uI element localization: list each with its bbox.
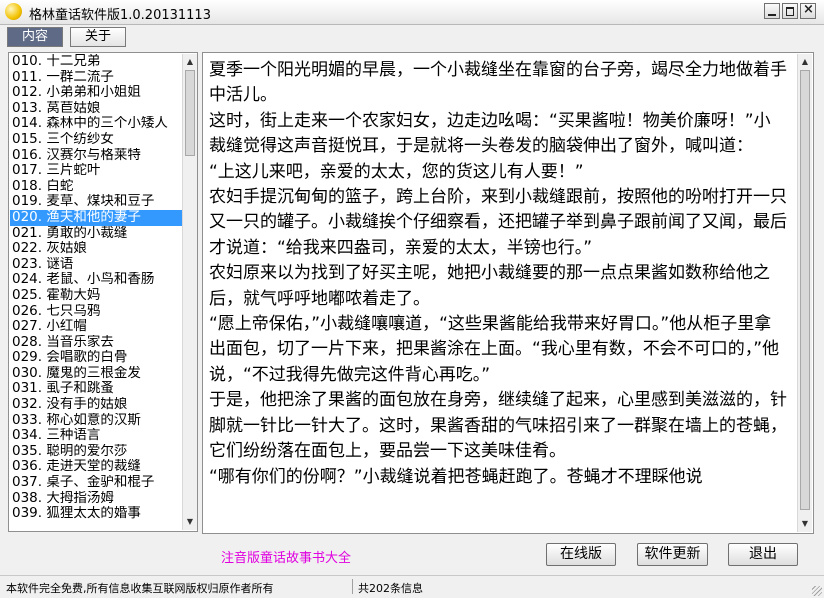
list-item[interactable]: 030. 魔鬼的三根金发 — [10, 366, 184, 382]
tab-about[interactable]: 关于 — [70, 27, 126, 47]
scroll-up-arrow-icon[interactable]: ▲ — [799, 55, 811, 69]
list-item[interactable]: 039. 狐狸太太的婚事 — [10, 506, 184, 522]
status-copyright: 本软件完全免费,所有信息收集互联网版权归原作者所有 — [6, 582, 274, 595]
list-item[interactable]: 035. 聪明的爱尔莎 — [10, 444, 184, 460]
list-item[interactable]: 012. 小弟弟和小姐姐 — [10, 85, 184, 101]
story-list-scrollbar[interactable]: ▲ ▼ — [182, 54, 197, 530]
story-text-panel: 夏季一个阳光明媚的早晨，一个小裁缝坐在靠窗的台子旁，竭尽全力地做着手中活儿。 这… — [202, 52, 814, 534]
list-item[interactable]: 034. 三种语言 — [10, 428, 184, 444]
maximize-button[interactable] — [782, 3, 798, 19]
list-item[interactable]: 025. 霍勒大妈 — [10, 288, 184, 304]
status-count: 共202条信息 — [358, 582, 423, 595]
list-item[interactable]: 011. 一群二流子 — [10, 70, 184, 86]
list-item[interactable]: 032. 没有手的姑娘 — [10, 397, 184, 413]
status-bar: 本软件完全免费,所有信息收集互联网版权归原作者所有 共202条信息 — [0, 575, 824, 598]
story-list-scroll-thumb[interactable] — [185, 70, 195, 156]
list-item[interactable]: 020. 渔夫和他的妻子 — [10, 209, 184, 226]
list-item[interactable]: 037. 桌子、金驴和棍子 — [10, 475, 184, 491]
status-divider — [352, 579, 353, 594]
story-text-scroll-thumb[interactable] — [800, 70, 810, 510]
list-item[interactable]: 015. 三个纺纱女 — [10, 132, 184, 148]
app-icon — [5, 3, 22, 20]
online-version-button[interactable]: 在线版 — [546, 543, 616, 566]
list-item[interactable]: 023. 谜语 — [10, 257, 184, 273]
story-text[interactable]: 夏季一个阳光明媚的早晨，一个小裁缝坐在靠窗的台子旁，竭尽全力地做着手中活儿。 这… — [209, 58, 787, 490]
list-item[interactable]: 013. 莴苣姑娘 — [10, 101, 184, 117]
list-item[interactable]: 038. 大拇指汤姆 — [10, 491, 184, 507]
minimize-button[interactable] — [764, 3, 780, 19]
list-item[interactable]: 017. 三片蛇叶 — [10, 163, 184, 179]
exit-button[interactable]: 退出 — [728, 543, 798, 566]
list-item[interactable]: 014. 森林中的三个小矮人 — [10, 116, 184, 132]
list-item[interactable]: 021. 勇敢的小裁缝 — [10, 226, 184, 242]
list-item[interactable]: 033. 称心如意的汉斯 — [10, 413, 184, 429]
software-update-button[interactable]: 软件更新 — [637, 543, 708, 566]
list-item[interactable]: 010. 十二兄弟 — [10, 54, 184, 70]
list-item[interactable]: 036. 走进天堂的裁缝 — [10, 459, 184, 475]
list-item[interactable]: 016. 汉赛尔与格莱特 — [10, 148, 184, 164]
list-item[interactable]: 027. 小红帽 — [10, 319, 184, 335]
list-item[interactable]: 019. 麦草、煤块和豆子 — [10, 194, 184, 210]
story-list-panel: 010. 十二兄弟 011. 一群二流子 012. 小弟弟和小姐姐 013. 莴苣姑娘… — [8, 52, 198, 532]
list-item[interactable]: 022. 灰姑娘 — [10, 241, 184, 257]
list-item[interactable]: 026. 七只乌鸦 — [10, 304, 184, 320]
footer-title: 注音版童话故事书大全 — [221, 551, 352, 566]
list-item[interactable]: 024. 老鼠、小鸟和香肠 — [10, 272, 184, 288]
resize-grip-icon[interactable] — [812, 586, 822, 596]
story-text-scrollbar[interactable]: ▲ ▼ — [797, 54, 812, 532]
list-item[interactable]: 018. 白蛇 — [10, 179, 184, 195]
scroll-down-arrow-icon[interactable]: ▼ — [184, 515, 196, 529]
close-icon: × — [803, 2, 814, 17]
title-bar[interactable]: 格林童话软件版1.0.20131113 × — [0, 0, 824, 25]
window-title: 格林童话软件版1.0.20131113 — [29, 8, 211, 23]
scroll-up-arrow-icon[interactable]: ▲ — [184, 55, 196, 69]
scroll-down-arrow-icon[interactable]: ▼ — [799, 517, 811, 531]
list-item[interactable]: 028. 当音乐家去 — [10, 335, 184, 351]
list-item[interactable]: 029. 会唱歌的白骨 — [10, 350, 184, 366]
story-list[interactable]: 010. 十二兄弟 011. 一群二流子 012. 小弟弟和小姐姐 013. 莴苣姑娘… — [10, 54, 184, 522]
close-button[interactable]: × — [800, 2, 816, 19]
tab-content[interactable]: 内容 — [7, 27, 63, 47]
list-item[interactable]: 031. 虱子和跳蚤 — [10, 381, 184, 397]
